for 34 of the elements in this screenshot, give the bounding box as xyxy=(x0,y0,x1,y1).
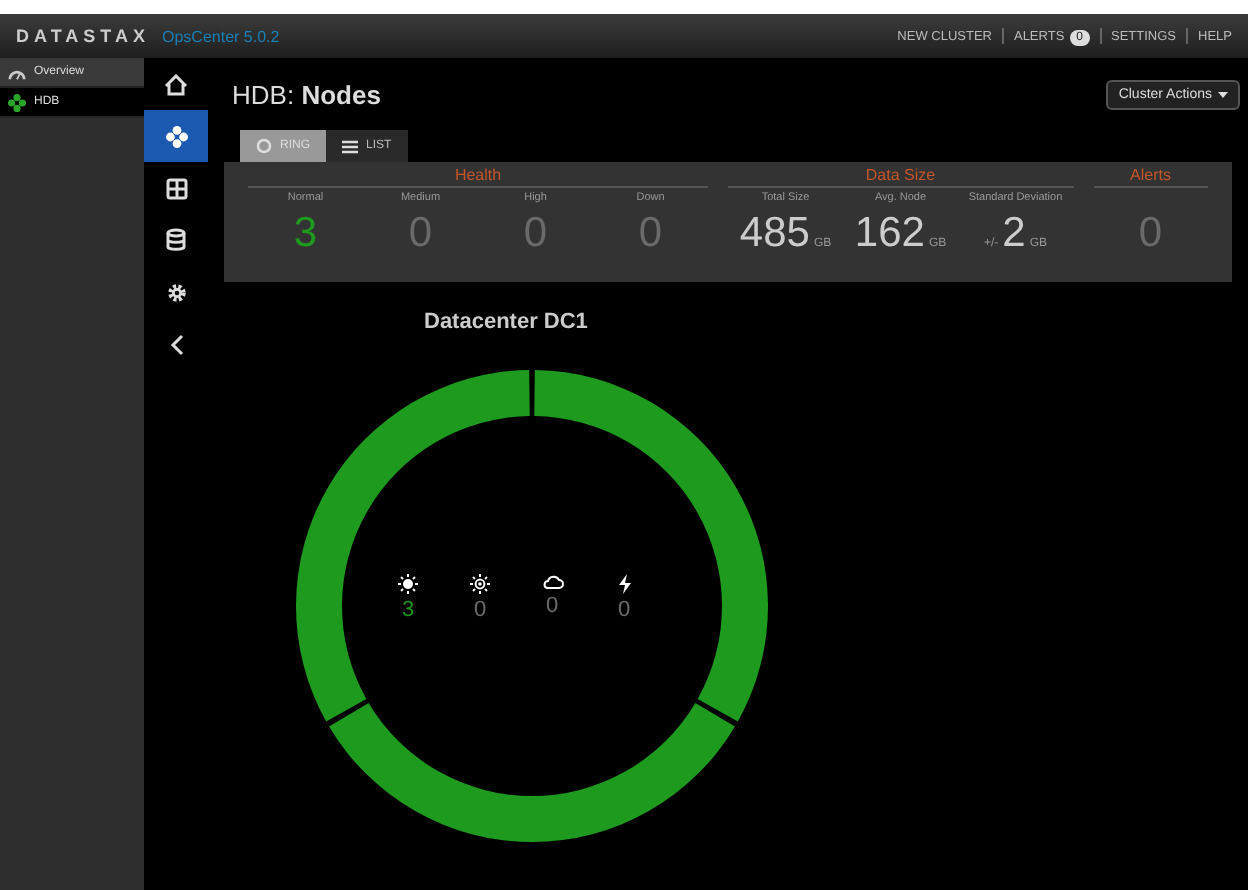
node-count: 3 xyxy=(401,598,415,622)
dashboard-icon xyxy=(165,177,187,199)
ring-segment[interactable] xyxy=(534,370,768,722)
stat-value: 2 xyxy=(1002,210,1026,258)
datacenter-title: Datacenter DC1 xyxy=(424,310,588,334)
rail-button[interactable] xyxy=(144,110,208,162)
nodes-icon xyxy=(165,125,187,147)
stat-value: 3 xyxy=(293,210,318,258)
cloud-icon xyxy=(541,574,563,590)
gauge-icon xyxy=(8,65,26,79)
home-icon xyxy=(164,73,188,95)
database-icon xyxy=(166,228,186,252)
chevron-left-icon xyxy=(169,333,183,355)
ring-segment[interactable] xyxy=(296,370,530,722)
stats-group-title: Data Size xyxy=(728,166,1073,188)
stat-value: 485 xyxy=(739,210,810,258)
sun-outline-icon xyxy=(470,574,490,594)
node-count: 0 xyxy=(617,598,631,622)
page-title: HDB: Nodes xyxy=(232,79,381,109)
node-count: 0 xyxy=(473,598,487,622)
cluster-icon xyxy=(8,93,26,111)
stat-value: 162 xyxy=(854,210,925,258)
stats-group-title: Health xyxy=(248,166,708,188)
caret-icon xyxy=(1218,91,1228,97)
product-version: OpsCenter 5.0.2 xyxy=(162,27,280,45)
settings-icon xyxy=(165,281,187,303)
logo: DATASTAX xyxy=(16,26,150,46)
sun-icon xyxy=(398,574,418,594)
lightning-icon xyxy=(617,574,631,594)
stats-group-title: Alerts xyxy=(1093,166,1208,188)
node-count: 0 xyxy=(545,594,559,618)
ring-icon xyxy=(256,138,272,154)
ring-segment[interactable] xyxy=(329,702,735,842)
list-icon xyxy=(342,139,358,153)
